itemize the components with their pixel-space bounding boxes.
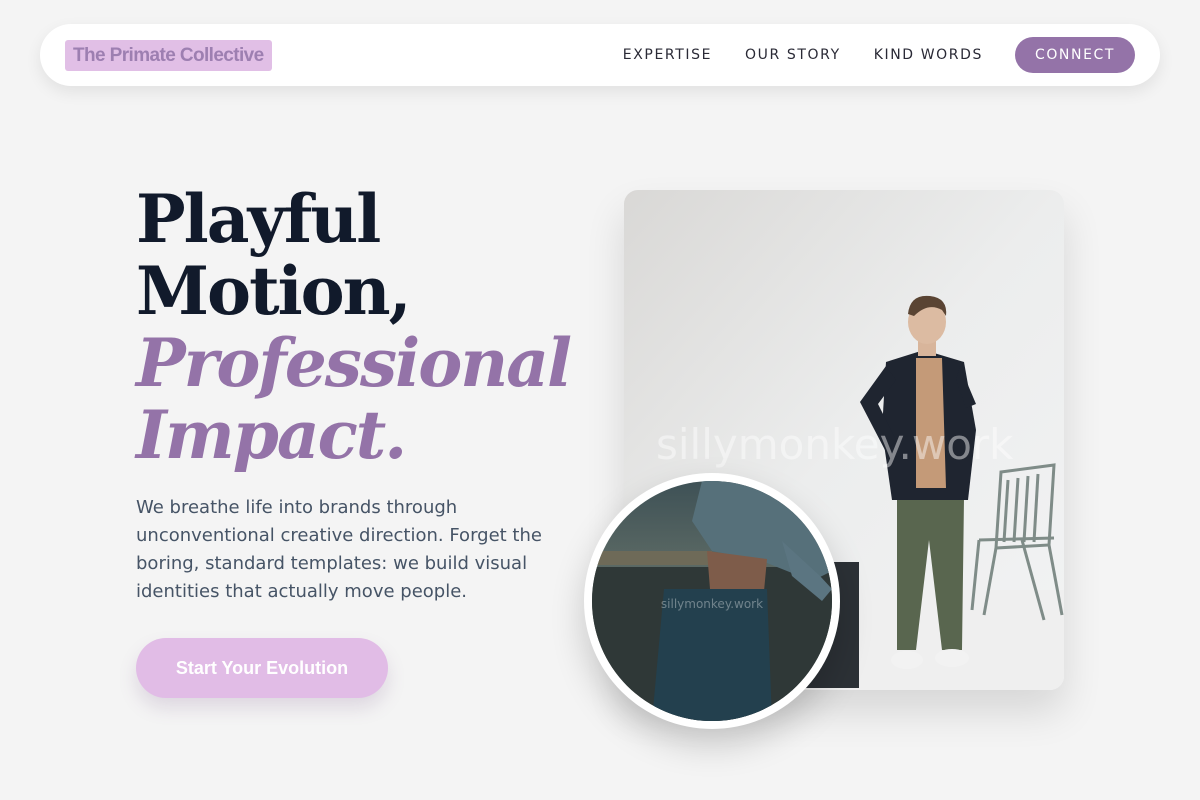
circle-photo-frame: sillymonkey.work [592, 481, 832, 721]
headline-line-4: Impact. [136, 396, 407, 474]
top-navigation: The Primate Collective EXPERTISE OUR STO… [40, 24, 1160, 86]
headline-line-3: Professional [136, 324, 572, 402]
connect-button[interactable]: CONNECT [1015, 37, 1135, 73]
hero-headline: Playful Motion, Professional Impact. [136, 180, 572, 474]
headline-line-2: Motion, [136, 252, 412, 330]
headline-line-1: Playful [136, 180, 381, 258]
circle-photo-watermark: sillymonkey.work [660, 597, 764, 611]
nav-links: EXPERTISE OUR STORY KIND WORDS [623, 24, 983, 86]
hero-description: We breathe life into brands through unco… [136, 497, 542, 602]
start-evolution-button[interactable]: Start Your Evolution [136, 638, 388, 698]
nav-link-our-story[interactable]: OUR STORY [745, 47, 841, 63]
nav-link-expertise[interactable]: EXPERTISE [623, 47, 712, 63]
nav-link-kind-words[interactable]: KIND WORDS [874, 47, 983, 63]
hero-circle-photo: sillymonkey.work [584, 473, 840, 729]
brand-logo[interactable]: The Primate Collective [65, 40, 272, 71]
